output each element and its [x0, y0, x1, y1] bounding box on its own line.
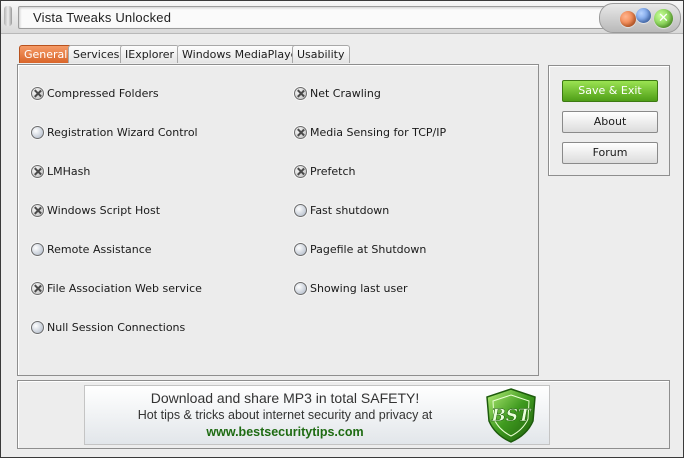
- option-lmhash[interactable]: LMHash: [31, 163, 90, 179]
- shield-logo-text: BST: [490, 406, 532, 426]
- ad-banner[interactable]: Download and share MP3 in total SAFETY! …: [84, 385, 550, 445]
- option-toggle-icon[interactable]: [31, 125, 44, 139]
- title-field: Vista Tweaks Unlocked: [18, 6, 605, 29]
- maximize-button[interactable]: [636, 8, 651, 23]
- option-label: Prefetch: [310, 164, 356, 178]
- tab-usability[interactable]: Usability: [292, 45, 350, 63]
- minimize-button[interactable]: [620, 11, 636, 27]
- option-registration-wizard-control[interactable]: Registration Wizard Control: [31, 124, 198, 140]
- option-media-sensing-tcpip[interactable]: Media Sensing for TCP/IP: [294, 124, 446, 140]
- option-fast-shutdown[interactable]: Fast shutdown: [294, 202, 389, 218]
- banner-frame: Download and share MP3 in total SAFETY! …: [17, 380, 670, 449]
- option-toggle-icon[interactable]: [31, 320, 44, 334]
- option-label: Fast shutdown: [310, 203, 390, 217]
- banner-headline: Download and share MP3 in total SAFETY!: [150, 390, 420, 406]
- app-window: Vista Tweaks Unlocked ✕ General Services…: [0, 0, 684, 458]
- option-label: Pagefile at Shutdown: [310, 242, 427, 256]
- tab-windows-mediaplayer[interactable]: Windows MediaPlayer: [177, 45, 307, 63]
- option-label: Net Crawling: [310, 86, 381, 100]
- option-pagefile-at-shutdown[interactable]: Pagefile at Shutdown: [294, 241, 426, 257]
- option-toggle-icon[interactable]: [31, 164, 44, 178]
- title-bar[interactable]: Vista Tweaks Unlocked ✕: [1, 1, 683, 34]
- banner-link[interactable]: www.bestsecuritytips.com: [85, 425, 485, 439]
- option-label: Registration Wizard Control: [47, 125, 198, 139]
- action-button-panel: Save & Exit About Forum: [548, 65, 670, 176]
- forum-button[interactable]: Forum: [562, 142, 658, 164]
- option-label: Null Session Connections: [47, 320, 186, 334]
- option-label: Remote Assistance: [47, 242, 152, 256]
- save-exit-button[interactable]: Save & Exit: [562, 80, 658, 102]
- option-label: LMHash: [47, 164, 91, 178]
- banner-subtext: Hot tips & tricks about internet securit…: [137, 408, 433, 422]
- option-windows-script-host[interactable]: Windows Script Host: [31, 202, 160, 218]
- option-label: Media Sensing for TCP/IP: [310, 125, 447, 139]
- option-label: File Association Web service: [47, 281, 202, 295]
- option-toggle-icon[interactable]: [31, 203, 44, 217]
- option-file-association-web-service[interactable]: File Association Web service: [31, 280, 202, 296]
- window-grip-handle[interactable]: [4, 6, 12, 26]
- about-button[interactable]: About: [562, 111, 658, 133]
- option-toggle-icon[interactable]: [31, 242, 44, 256]
- tab-iexplorer[interactable]: IExplorer: [120, 45, 180, 63]
- option-toggle-icon[interactable]: [294, 203, 307, 217]
- option-label: Compressed Folders: [47, 86, 159, 100]
- option-null-session-connections[interactable]: Null Session Connections: [31, 319, 185, 335]
- option-label: Showing last user: [310, 281, 408, 295]
- tab-services[interactable]: Services: [68, 45, 125, 63]
- window-controls: ✕: [599, 3, 681, 33]
- option-toggle-icon[interactable]: [294, 164, 307, 178]
- tab-general[interactable]: General: [19, 45, 73, 63]
- shield-logo-icon: BST: [486, 388, 536, 443]
- option-net-crawling[interactable]: Net Crawling: [294, 85, 381, 101]
- window-title: Vista Tweaks Unlocked: [33, 10, 172, 25]
- option-compressed-folders[interactable]: Compressed Folders: [31, 85, 159, 101]
- close-button[interactable]: ✕: [654, 9, 673, 28]
- option-toggle-icon[interactable]: [294, 125, 307, 139]
- general-options-panel: Compressed Folders Registration Wizard C…: [17, 64, 539, 376]
- option-remote-assistance[interactable]: Remote Assistance: [31, 241, 152, 257]
- option-label: Windows Script Host: [47, 203, 161, 217]
- option-prefetch[interactable]: Prefetch: [294, 163, 355, 179]
- option-toggle-icon[interactable]: [294, 281, 307, 295]
- option-toggle-icon[interactable]: [31, 86, 44, 100]
- close-icon: ✕: [658, 11, 669, 26]
- option-toggle-icon[interactable]: [31, 281, 44, 295]
- option-showing-last-user[interactable]: Showing last user: [294, 280, 408, 296]
- option-toggle-icon[interactable]: [294, 86, 307, 100]
- option-toggle-icon[interactable]: [294, 242, 307, 256]
